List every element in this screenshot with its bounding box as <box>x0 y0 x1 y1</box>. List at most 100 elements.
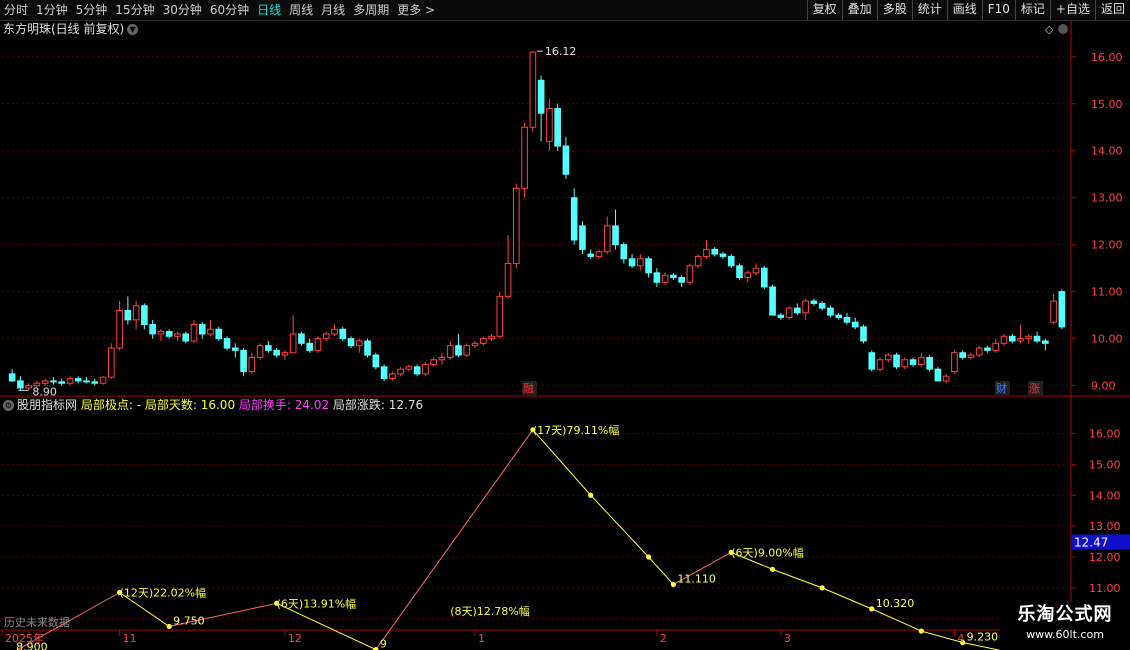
zigzag-segment <box>962 642 1001 650</box>
candle-body <box>975 347 983 356</box>
candle-body <box>132 305 140 321</box>
zigzag-value-label: 9.750 <box>173 614 205 627</box>
watermark-url: www.60lt.com <box>1026 628 1104 641</box>
candle-body <box>8 373 16 382</box>
time-tick-label: 2025年 <box>5 631 44 645</box>
gear-icon[interactable]: ⚙ <box>3 400 14 411</box>
low-price-label: 8.90 <box>32 385 57 398</box>
kline-chart[interactable]: 16.00 15.00 14.00 13.00 12.00 11.00 10.00 9.00 1… <box>0 0 1130 650</box>
indicator-title: ⚙ 股朋指标网 局部极点: - 局部天数: 16.00 局部换手: 24.02 局… <box>3 398 423 413</box>
time-tick-label: 12 <box>288 632 302 645</box>
zigzag-segment <box>590 494 649 558</box>
candle-body <box>992 342 1000 351</box>
candle-body <box>785 307 793 318</box>
indicator-tick-label: 14.00 <box>1089 489 1121 502</box>
candle-body <box>231 347 239 351</box>
zigzag-swing-label: (6天)13.91%幅 <box>277 597 357 610</box>
candle-body <box>298 333 305 344</box>
candle-body <box>355 340 363 347</box>
candle-body <box>653 272 661 283</box>
candle-body <box>934 368 942 382</box>
candle-body <box>289 333 297 354</box>
price-tick-label: 9.00 <box>1091 380 1116 393</box>
candle-body <box>207 328 214 335</box>
candle-body <box>1058 291 1066 328</box>
candle-body <box>198 324 206 335</box>
candle-body <box>554 107 561 147</box>
price-tick-label: 12.00 <box>1091 239 1123 252</box>
zigzag-point <box>869 606 875 612</box>
candle-body <box>736 265 743 279</box>
candle-body <box>314 338 322 351</box>
candle-body <box>380 366 388 380</box>
indicator-item-3: 局部涨跌: 12.76 <box>329 398 424 412</box>
candle-body <box>537 79 545 114</box>
candle-body <box>595 251 603 257</box>
candle-body <box>1050 300 1057 323</box>
price-tick-label: 13.00 <box>1091 192 1123 205</box>
candle-body <box>124 309 132 321</box>
candle-body <box>364 340 371 356</box>
candle-body <box>951 352 958 373</box>
candle-body <box>91 381 99 384</box>
time-tick-label: 3 <box>784 632 791 645</box>
indicator-tick-label: 16.00 <box>1089 428 1121 441</box>
candle-body <box>628 258 636 267</box>
indicator-item-2: 局部换手: 24.02 <box>235 398 330 412</box>
candle-body <box>876 359 884 370</box>
indicator-name[interactable]: 股朋指标网 <box>17 398 77 412</box>
zigzag-swing-label: (12天)22.02%幅 <box>120 587 207 600</box>
event-tag: 财 <box>996 381 1007 395</box>
candle-body <box>967 354 975 358</box>
time-tick-label: 11 <box>123 632 137 645</box>
candle-body <box>851 321 859 328</box>
candle-body <box>1017 338 1024 342</box>
price-tick-label: 15.00 <box>1091 98 1123 111</box>
candle-body <box>248 356 256 373</box>
candle-body <box>405 366 413 370</box>
candle-body <box>570 197 578 241</box>
candle-body <box>240 349 247 373</box>
candle-body <box>446 345 454 358</box>
candle-body <box>182 333 190 342</box>
candle-body <box>1042 340 1049 344</box>
candle-body <box>66 378 74 384</box>
candle-body <box>620 244 628 260</box>
candle-body <box>471 342 479 347</box>
candle-body <box>256 345 264 358</box>
candle-body <box>703 248 710 257</box>
watermark-title: 乐淘公式网 <box>1017 604 1113 625</box>
zigzag-point <box>588 492 594 498</box>
candle-body <box>479 338 487 344</box>
indicator-tick-label: 13.00 <box>1089 520 1121 533</box>
time-tick-label: 2 <box>660 632 667 645</box>
candle-body <box>322 333 330 340</box>
zigzag-point <box>166 623 172 630</box>
candle-body <box>752 267 760 274</box>
candle-body <box>711 248 719 255</box>
candle-body <box>587 253 595 257</box>
candle-body <box>909 359 917 365</box>
zigzag-swing-label: (17天)79.11%幅 <box>533 424 620 437</box>
candle-body <box>422 363 429 375</box>
candle-body <box>777 314 785 318</box>
candle-body <box>397 368 404 375</box>
candle-body <box>794 307 801 314</box>
candle-body <box>174 333 181 337</box>
candle-body <box>430 359 437 365</box>
candle-body <box>1000 335 1008 344</box>
candle-body <box>612 225 619 246</box>
candle-body <box>306 342 314 351</box>
price-tick-label: 11.00 <box>1091 286 1123 299</box>
candle-body <box>372 354 380 368</box>
candle-body <box>579 225 586 250</box>
candle-body <box>25 385 32 389</box>
candle-body <box>190 324 198 342</box>
candle-body <box>835 314 843 318</box>
candle-body <box>223 338 231 349</box>
candle-body <box>860 326 867 342</box>
candle-body <box>339 328 347 340</box>
candle-body <box>678 277 685 283</box>
candle-body <box>603 225 611 253</box>
candle-body <box>463 345 471 356</box>
